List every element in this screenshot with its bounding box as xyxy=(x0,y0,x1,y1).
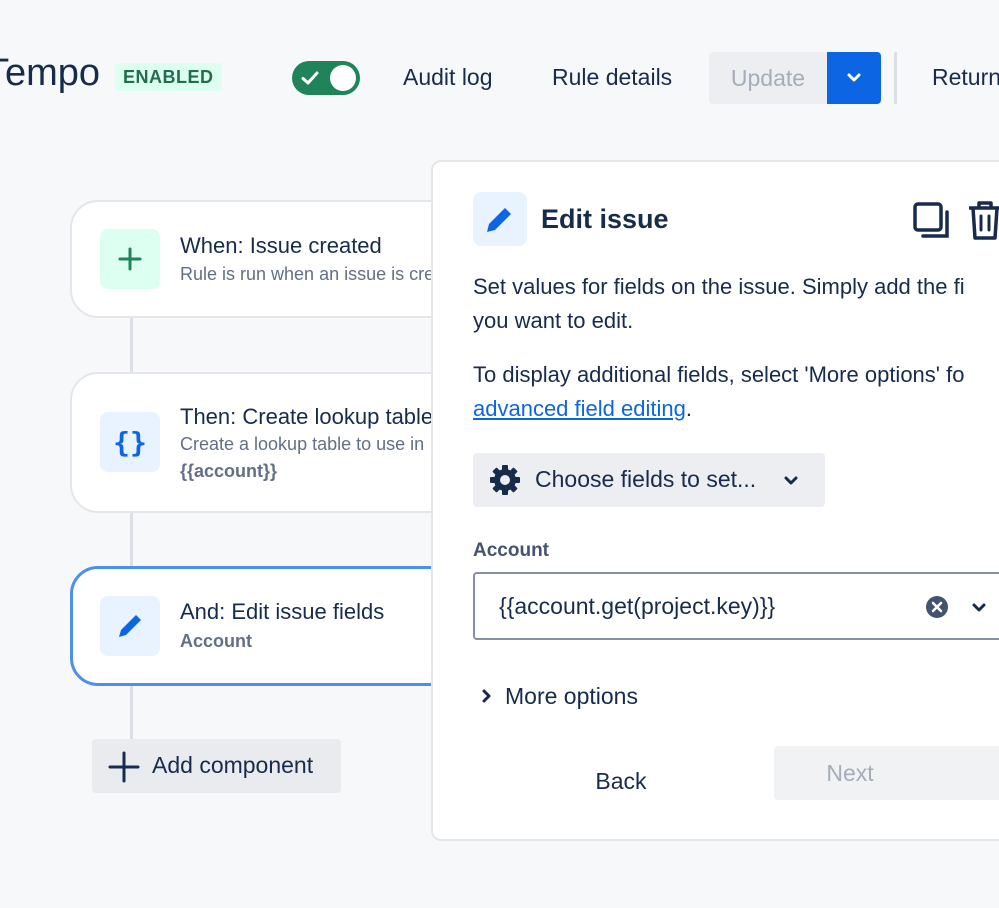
lookup-title: Then: Create lookup table xyxy=(180,404,434,429)
next-button[interactable]: Next xyxy=(774,746,999,800)
pencil-icon xyxy=(100,596,160,656)
flow-connector xyxy=(130,512,133,568)
clear-icon[interactable] xyxy=(925,595,949,619)
chevron-down-icon[interactable] xyxy=(969,598,989,618)
pencil-icon xyxy=(473,192,527,246)
check-icon xyxy=(301,71,319,85)
toggle-knob xyxy=(330,65,356,91)
more-options-label: More options xyxy=(505,683,638,709)
rule-enabled-toggle[interactable] xyxy=(292,61,360,95)
panel-title: Edit issue xyxy=(541,204,669,234)
choose-fields-button[interactable]: Choose fields to set... xyxy=(473,453,825,507)
flow-connector xyxy=(130,684,133,740)
top-bar: Tempo ENABLED Audit log Rule details Upd… xyxy=(0,0,999,150)
copy-icon[interactable] xyxy=(911,200,951,240)
trigger-title: When: Issue created xyxy=(180,233,382,258)
chevron-down-icon xyxy=(784,476,798,485)
panel-hint: To display additional fields, select 'Mo… xyxy=(473,362,965,421)
account-field-value: {{account.get(project.key)}} xyxy=(499,593,776,619)
choose-fields-label: Choose fields to set... xyxy=(535,466,757,492)
trash-icon[interactable] xyxy=(965,198,999,242)
return-link[interactable]: Return xyxy=(932,64,999,91)
chevron-right-icon xyxy=(482,689,491,703)
audit-log-link[interactable]: Audit log xyxy=(403,64,493,91)
update-button[interactable]: Update xyxy=(709,52,827,104)
rule-details-link[interactable]: Rule details xyxy=(552,64,672,91)
svg-text:{}: {} xyxy=(113,426,147,459)
gear-icon xyxy=(490,465,520,495)
edit-title: And: Edit issue fields xyxy=(180,599,385,624)
lookup-variable: {{account}} xyxy=(180,461,278,481)
plus-icon xyxy=(108,751,140,783)
add-component-button[interactable]: Add component xyxy=(92,739,341,793)
update-dropdown-button[interactable] xyxy=(827,52,881,104)
status-badge: ENABLED xyxy=(115,63,222,91)
flow-connector xyxy=(130,318,133,374)
back-button[interactable]: Back xyxy=(553,756,689,806)
edit-issue-card[interactable]: And: Edit issue fields Account xyxy=(70,566,490,686)
account-field-label: Account xyxy=(473,540,549,561)
edit-issue-panel: Edit issue Set values for fields on the … xyxy=(431,160,999,841)
lookup-table-card[interactable]: {} Then: Create lookup table Create a lo… xyxy=(70,372,490,513)
chevron-down-icon xyxy=(847,73,861,82)
header-divider xyxy=(894,52,897,104)
panel-description: Set values for fields on the issue. Simp… xyxy=(473,274,965,333)
edit-field: Account xyxy=(180,631,252,651)
trigger-card[interactable]: When: Issue created Rule is run when an … xyxy=(70,200,490,318)
trigger-desc: Rule is run when an issue is created xyxy=(180,264,470,284)
rule-title: Tempo xyxy=(0,52,101,94)
account-field-input[interactable]: {{account.get(project.key)}} xyxy=(473,572,999,640)
advanced-field-editing-link[interactable]: advanced field editing xyxy=(473,396,686,421)
lookup-desc: Create a lookup table to use in xyxy=(180,434,425,454)
add-component-label: Add component xyxy=(152,752,314,778)
plus-icon xyxy=(100,229,160,289)
braces-icon: {} xyxy=(100,412,160,472)
